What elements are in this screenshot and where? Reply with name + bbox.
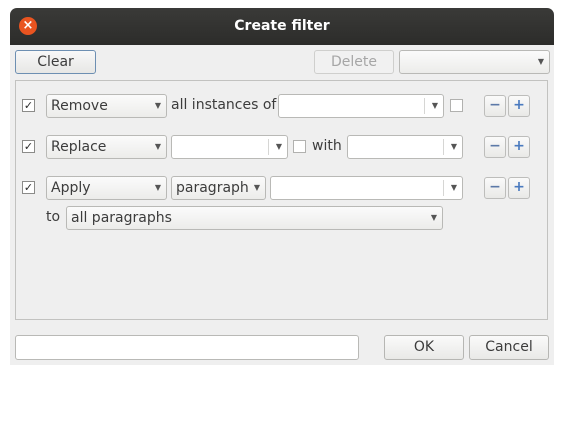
option-checkbox[interactable] bbox=[293, 140, 306, 153]
minus-icon: − bbox=[489, 138, 501, 154]
action-select-value: Apply bbox=[51, 180, 91, 196]
all-instances-label: all instances of bbox=[171, 97, 277, 113]
ok-button[interactable]: OK bbox=[384, 335, 464, 360]
remove-rule-button[interactable]: − bbox=[484, 95, 506, 117]
find-combo[interactable]: ▼ bbox=[171, 135, 288, 159]
create-filter-dialog: × Create filter Clear Delete ▼ ✓ Remove … bbox=[10, 8, 554, 365]
ok-button-label: OK bbox=[413, 339, 435, 355]
chevron-down-icon: ▼ bbox=[430, 213, 437, 222]
chevron-down-icon: ▼ bbox=[275, 142, 282, 151]
scope-select[interactable]: all paragraphs ▼ bbox=[66, 206, 443, 230]
cancel-button[interactable]: Cancel bbox=[469, 335, 549, 360]
action-select[interactable]: Remove ▼ bbox=[46, 94, 167, 118]
title-bar: × Create filter bbox=[10, 8, 554, 45]
pattern-combo[interactable]: ▼ bbox=[278, 94, 444, 118]
chevron-down-icon: ▼ bbox=[450, 142, 457, 151]
chevron-down-icon: ▼ bbox=[450, 183, 457, 192]
filter-name-input[interactable] bbox=[15, 335, 359, 360]
filter-select[interactable]: ▼ bbox=[399, 50, 550, 74]
cancel-button-label: Cancel bbox=[485, 339, 533, 355]
action-select-value: Replace bbox=[51, 139, 107, 155]
scope-select-value: all paragraphs bbox=[71, 210, 172, 226]
action-select[interactable]: Apply ▼ bbox=[46, 176, 167, 200]
chevron-down-icon: ▼ bbox=[154, 142, 161, 151]
rules-panel: ✓ Remove ▼ all instances of ▼ − + ✓ Repl… bbox=[15, 80, 548, 320]
delete-button[interactable]: Delete bbox=[314, 50, 394, 74]
minus-icon: − bbox=[489, 97, 501, 113]
with-label: with bbox=[312, 138, 342, 154]
add-rule-button[interactable]: + bbox=[508, 177, 530, 199]
plus-icon: + bbox=[513, 97, 525, 113]
action-select-value: Remove bbox=[51, 98, 108, 114]
delete-button-label: Delete bbox=[331, 54, 377, 70]
target-select[interactable]: paragraph ▼ bbox=[171, 176, 266, 200]
chevron-down-icon: ▼ bbox=[253, 183, 260, 192]
remove-rule-button[interactable]: − bbox=[484, 136, 506, 158]
dialog-title: Create filter bbox=[234, 18, 330, 34]
rule-enabled-checkbox[interactable]: ✓ bbox=[22, 181, 35, 194]
clear-button[interactable]: Clear bbox=[15, 50, 96, 74]
style-combo[interactable]: ▼ bbox=[270, 176, 463, 200]
plus-icon: + bbox=[513, 179, 525, 195]
chevron-down-icon: ▼ bbox=[431, 101, 438, 110]
rule-enabled-checkbox[interactable]: ✓ bbox=[22, 140, 35, 153]
replacement-combo[interactable]: ▼ bbox=[347, 135, 463, 159]
action-select[interactable]: Replace ▼ bbox=[46, 135, 167, 159]
add-rule-button[interactable]: + bbox=[508, 136, 530, 158]
rule-enabled-checkbox[interactable]: ✓ bbox=[22, 99, 35, 112]
minus-icon: − bbox=[489, 179, 501, 195]
option-checkbox[interactable] bbox=[450, 99, 463, 112]
add-rule-button[interactable]: + bbox=[508, 95, 530, 117]
clear-button-label: Clear bbox=[37, 54, 74, 70]
chevron-down-icon: ▼ bbox=[154, 101, 161, 110]
to-label: to bbox=[46, 209, 61, 225]
chevron-down-icon: ▼ bbox=[154, 183, 161, 192]
remove-rule-button[interactable]: − bbox=[484, 177, 506, 199]
chevron-down-icon: ▼ bbox=[537, 57, 544, 66]
target-select-value: paragraph bbox=[176, 180, 249, 196]
plus-icon: + bbox=[513, 138, 525, 154]
